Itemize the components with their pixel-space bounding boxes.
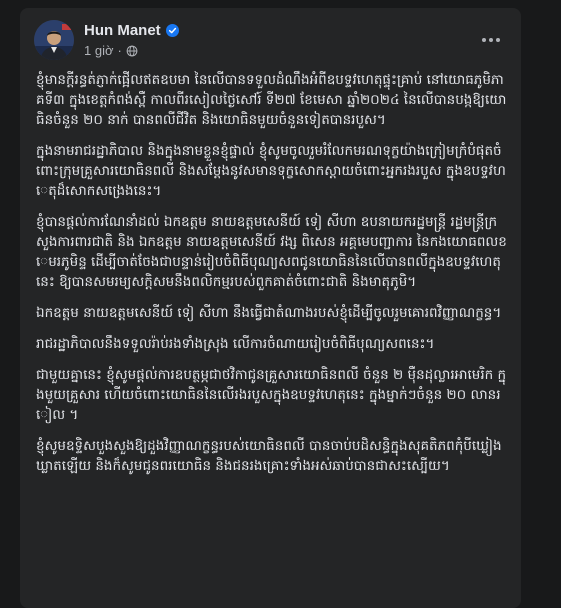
post-paragraph: ខ្ញុំសូមឧទ្ទិសបួងសួងឱ្យដួងវិញ្ញាណក្ខន្ធរ…	[36, 438, 502, 474]
post-time[interactable]: 1 giờ	[84, 43, 114, 58]
post-meta: 1 giờ ·	[84, 43, 138, 58]
post-paragraph: ខ្ញុំមានក្តីរន្ធត់ភ្ញាក់ផ្អើលឥតឧបមា នៃលើ…	[36, 72, 507, 128]
author-name-row: Hun Manet	[84, 22, 179, 39]
author-avatar[interactable]	[34, 20, 74, 60]
verified-badge-icon	[165, 24, 179, 37]
post-header: Hun Manet 1 giờ ·	[34, 20, 511, 66]
author-name[interactable]: Hun Manet	[84, 22, 161, 39]
globe-icon	[126, 45, 138, 56]
post-card: Hun Manet 1 giờ · ខ្ញុំមានក្តីរន្ធត់ភ្ញា…	[20, 8, 521, 608]
post-paragraph: ឯកឧត្តម នាយឧត្តមសេនីយ៍ ទៀ សីហា នឹងធ្វើជា…	[36, 305, 502, 321]
post-paragraph: រាជរដ្ឋាភិបាលនឹងទទួលរ៉ាប់រងទាំងស្រុង លើក…	[36, 336, 435, 352]
post-paragraph: ក្នុងនាមរាជរដ្ឋាភិបាល និងក្នុងនាមខ្លួនខ្…	[36, 143, 506, 199]
post-body: ខ្ញុំមានក្តីរន្ធត់ភ្ញាក់ផ្អើលឥតឧបមា នៃលើ…	[36, 70, 508, 487]
post-paragraph: ជាមួយគ្នានេះ ខ្ញុំសូមផ្តល់ការឧបត្ថម្ភជាថ…	[36, 367, 507, 423]
more-options-icon[interactable]	[477, 30, 505, 50]
post-paragraph: ខ្ញុំបានផ្តល់ការណែនាំដល់ ឯកឧត្តម នាយឧត្ត…	[36, 214, 507, 290]
